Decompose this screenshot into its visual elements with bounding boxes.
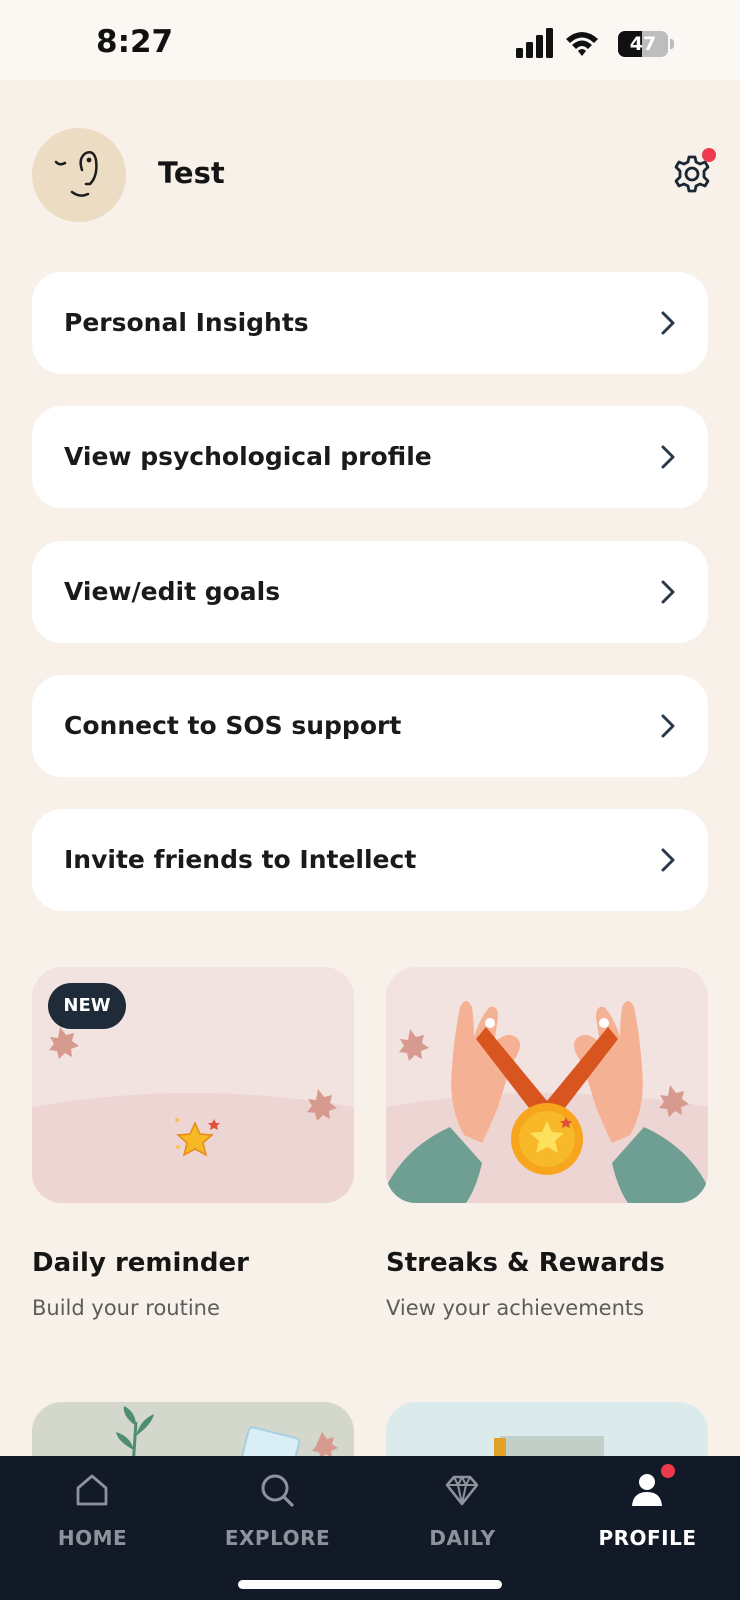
daily-reminder-subtitle: Build your routine <box>32 1296 220 1320</box>
streaks-title: Streaks & Rewards <box>386 1248 665 1278</box>
settings-notification-dot <box>702 148 716 162</box>
tab-bar: HOME EXPLORE DAILY PROFILE <box>0 1456 740 1600</box>
tab-label: HOME <box>57 1526 128 1550</box>
user-icon <box>632 1474 662 1506</box>
menu-label: View/edit goals <box>64 577 281 606</box>
tab-profile[interactable]: PROFILE <box>555 1456 740 1566</box>
home-icon <box>76 1474 108 1506</box>
chevron-right-icon <box>661 580 675 604</box>
menu-personal-insights[interactable]: Personal Insights <box>32 272 708 374</box>
home-indicator <box>238 1580 502 1589</box>
tab-label: DAILY <box>429 1526 496 1550</box>
streaks-subtitle: View your achievements <box>386 1296 645 1320</box>
new-badge: NEW <box>48 983 126 1029</box>
tab-label: PROFILE <box>598 1526 697 1550</box>
face-line-art-icon <box>54 151 98 197</box>
status-time: 8:27 <box>96 24 174 60</box>
chevron-right-icon <box>661 848 675 872</box>
tab-home[interactable]: HOME <box>0 1456 185 1566</box>
streaks-rewards-tile[interactable] <box>386 967 708 1203</box>
menu-invite-friends[interactable]: Invite friends to Intellect <box>32 809 708 911</box>
tab-daily[interactable]: DAILY <box>370 1456 555 1566</box>
battery-icon: 47 <box>618 31 676 57</box>
menu-label: Invite friends to Intellect <box>64 845 417 874</box>
avatar[interactable] <box>32 128 126 222</box>
diamond-icon <box>445 1475 479 1506</box>
menu-label: Personal Insights <box>64 308 309 337</box>
battery-level: 47 <box>629 33 657 55</box>
status-icons: 47 <box>484 28 684 58</box>
status-bar: 8:27 47 <box>0 0 740 80</box>
wifi-icon <box>566 32 598 56</box>
daily-reminder-tile[interactable]: NEW <box>32 967 354 1203</box>
profile-header: Test <box>32 128 716 222</box>
menu-label: Connect to SOS support <box>64 711 402 740</box>
search-icon <box>261 1474 294 1507</box>
medal-illustration <box>386 1001 708 1203</box>
menu-edit-goals[interactable]: View/edit goals <box>32 541 708 643</box>
signal-icon <box>516 28 553 58</box>
profile-notification-dot <box>661 1464 675 1478</box>
daily-reminder-title: Daily reminder <box>32 1248 249 1278</box>
tab-label: EXPLORE <box>224 1526 331 1550</box>
tab-explore[interactable]: EXPLORE <box>185 1456 370 1566</box>
chevron-right-icon <box>661 445 675 469</box>
chevron-right-icon <box>661 714 675 738</box>
menu-label: View psychological profile <box>64 442 432 471</box>
user-name: Test <box>158 156 225 190</box>
chevron-right-icon <box>661 311 675 335</box>
menu-sos-support[interactable]: Connect to SOS support <box>32 675 708 777</box>
menu-psychological-profile[interactable]: View psychological profile <box>32 406 708 508</box>
settings-button[interactable] <box>672 148 716 194</box>
